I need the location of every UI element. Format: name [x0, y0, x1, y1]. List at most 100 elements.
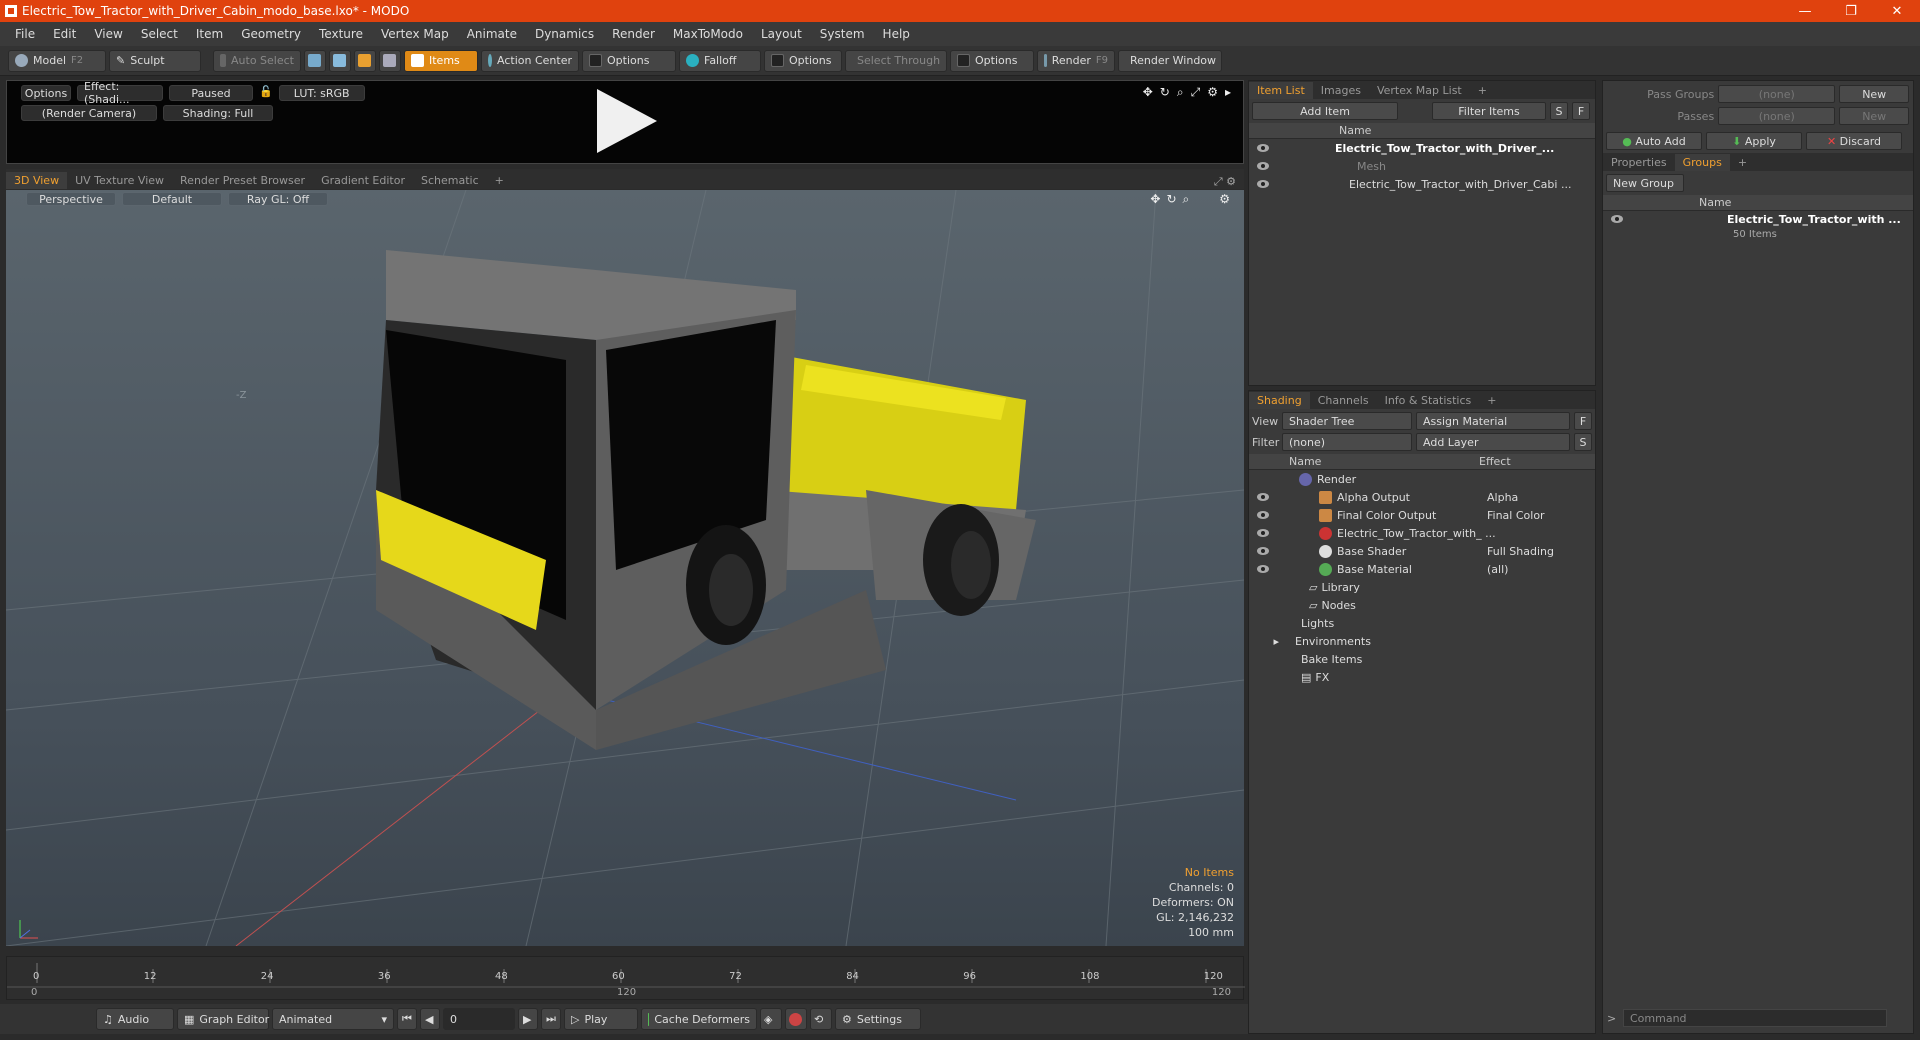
discard-button[interactable]: ✕ Discard: [1806, 132, 1902, 150]
assign-material-button[interactable]: Assign Material: [1416, 412, 1570, 430]
frame-input[interactable]: 0: [443, 1008, 515, 1030]
add-layer-dropdown[interactable]: Add Layer: [1416, 433, 1570, 451]
cache-deformers-button[interactable]: Cache Deformers: [641, 1008, 757, 1030]
menu-edit[interactable]: Edit: [44, 27, 85, 41]
3d-viewport[interactable]: -Z No Items Channels: 0 Deformers: ON GL…: [6, 190, 1244, 946]
tab-shading[interactable]: Shading: [1249, 391, 1310, 409]
eye-icon[interactable]: [1257, 547, 1269, 555]
select-through-button[interactable]: Select Through: [845, 49, 947, 72]
shader-row-base-material[interactable]: Base Material (all): [1249, 560, 1595, 578]
shader-effect[interactable]: (all): [1487, 563, 1508, 576]
shader-row-render[interactable]: Render: [1249, 470, 1595, 488]
gear-icon[interactable]: ⚙: [1207, 85, 1218, 100]
shader-row-material-group[interactable]: Electric_Tow_Tractor_with_ ...: [1249, 524, 1595, 542]
eye-icon[interactable]: [1257, 144, 1269, 152]
items-mode-button[interactable]: Items: [404, 49, 478, 72]
shader-row-fx[interactable]: ▤ FX: [1249, 668, 1595, 686]
edges-mode-button[interactable]: [329, 49, 351, 72]
materials-mode-button[interactable]: [379, 49, 401, 72]
eye-icon[interactable]: [1257, 565, 1269, 573]
filter-toggle[interactable]: F: [1572, 102, 1590, 120]
auto-add-button[interactable]: ● Auto Add: [1606, 132, 1702, 150]
fit-icon[interactable]: ⤢: [1191, 85, 1201, 100]
zoom-icon[interactable]: ⌕: [1183, 192, 1190, 207]
shader-effect[interactable]: Alpha: [1487, 491, 1518, 504]
list-item[interactable]: Mesh: [1249, 157, 1595, 175]
action-center-button[interactable]: Action Center: [481, 49, 579, 72]
tab-add[interactable]: +: [487, 172, 512, 189]
move-icon[interactable]: ✥: [1150, 192, 1160, 207]
shading-dropdown[interactable]: Shading: Full: [163, 105, 273, 121]
menu-animate[interactable]: Animate: [458, 27, 526, 41]
shader-row-lights[interactable]: Lights: [1249, 614, 1595, 632]
menu-geometry[interactable]: Geometry: [232, 27, 310, 41]
list-item[interactable]: Electric_Tow_Tractor_with_Driver_...: [1249, 139, 1595, 157]
tab-item-list[interactable]: Item List: [1249, 81, 1313, 99]
tab-add[interactable]: +: [1479, 392, 1504, 409]
menu-maxtomodo[interactable]: MaxToModo: [664, 27, 752, 41]
falloff-options-button[interactable]: Options: [764, 49, 842, 72]
menu-select[interactable]: Select: [132, 27, 187, 41]
zoom-icon[interactable]: ⌕: [1177, 85, 1184, 100]
menu-render[interactable]: Render: [603, 27, 664, 41]
loop-button[interactable]: ⟲: [810, 1008, 832, 1030]
render-camera-dropdown[interactable]: (Render Camera): [21, 105, 157, 121]
rotate-icon[interactable]: ↻: [1166, 192, 1176, 207]
tab-channels[interactable]: Channels: [1310, 392, 1377, 409]
shader-effect[interactable]: Full Shading: [1487, 545, 1554, 558]
select-options-button[interactable]: Options: [950, 49, 1034, 72]
shader-row-nodes[interactable]: ▱ Nodes: [1249, 596, 1595, 614]
menu-file[interactable]: File: [6, 27, 44, 41]
gear-icon[interactable]: ⚙: [1219, 192, 1230, 207]
tab-vertex-map-list[interactable]: Vertex Map List: [1369, 82, 1470, 99]
render-button[interactable]: Render F9: [1037, 49, 1115, 72]
polygons-mode-button[interactable]: [354, 49, 376, 72]
perspective-dropdown[interactable]: Perspective: [26, 192, 116, 206]
tab-add[interactable]: +: [1730, 154, 1755, 171]
menu-dynamics[interactable]: Dynamics: [526, 27, 603, 41]
menu-item[interactable]: Item: [187, 27, 232, 41]
go-end-button[interactable]: ⏭: [541, 1008, 561, 1030]
shader-row-final-color[interactable]: Final Color Output Final Color: [1249, 506, 1595, 524]
preview-paused-button[interactable]: Paused: [169, 85, 253, 101]
rotate-icon[interactable]: ↻: [1160, 85, 1170, 100]
eye-icon[interactable]: [1257, 180, 1269, 188]
maximize-button[interactable]: ❐: [1828, 0, 1874, 22]
tab-info-statistics[interactable]: Info & Statistics: [1377, 392, 1480, 409]
group-row[interactable]: Electric_Tow_Tractor_with ...: [1603, 211, 1913, 227]
close-button[interactable]: ✕: [1874, 0, 1920, 22]
settings-button[interactable]: ⚙ Settings: [835, 1008, 921, 1030]
go-start-button[interactable]: ⏮: [397, 1008, 417, 1030]
play-icon[interactable]: [597, 89, 657, 153]
animated-dropdown[interactable]: Animated ▾: [272, 1008, 394, 1030]
tab-images[interactable]: Images: [1313, 82, 1369, 99]
shader-effect[interactable]: Final Color: [1487, 509, 1545, 522]
viewport-settings-icon[interactable]: ⤢ ⚙: [1214, 175, 1244, 189]
model-mode-button[interactable]: Model F2: [8, 49, 106, 72]
tab-3d-view[interactable]: 3D View: [6, 172, 68, 189]
next-key-button[interactable]: ▶: [518, 1008, 538, 1030]
f-toggle[interactable]: F: [1574, 412, 1592, 430]
tab-properties[interactable]: Properties: [1603, 154, 1675, 171]
menu-layout[interactable]: Layout: [752, 27, 811, 41]
eye-icon[interactable]: [1257, 493, 1269, 501]
new-pass-button[interactable]: New: [1839, 107, 1909, 125]
filter-dropdown[interactable]: (none): [1282, 433, 1412, 451]
view-dropdown[interactable]: Shader Tree: [1282, 412, 1412, 430]
tab-add[interactable]: +: [1470, 82, 1495, 99]
menu-help[interactable]: Help: [874, 27, 919, 41]
s-toggle[interactable]: S: [1574, 433, 1592, 451]
minimize-button[interactable]: —: [1782, 0, 1828, 22]
shader-row-alpha-output[interactable]: Alpha Output Alpha: [1249, 488, 1595, 506]
passes-dropdown[interactable]: (none): [1718, 107, 1836, 125]
new-pass-group-button[interactable]: New: [1839, 85, 1909, 103]
menu-vertex-map[interactable]: Vertex Map: [372, 27, 458, 41]
graph-editor-button[interactable]: ▦ Graph Editor: [177, 1008, 269, 1030]
expand-icon[interactable]: ▸: [1225, 85, 1231, 100]
eye-icon[interactable]: [1257, 529, 1269, 537]
shader-row-library[interactable]: ▱ Library: [1249, 578, 1595, 596]
preview-options-button[interactable]: Options: [21, 85, 71, 101]
shader-row-base-shader[interactable]: Base Shader Full Shading: [1249, 542, 1595, 560]
lut-dropdown[interactable]: LUT: sRGB: [278, 85, 365, 101]
record-button[interactable]: [785, 1008, 807, 1030]
